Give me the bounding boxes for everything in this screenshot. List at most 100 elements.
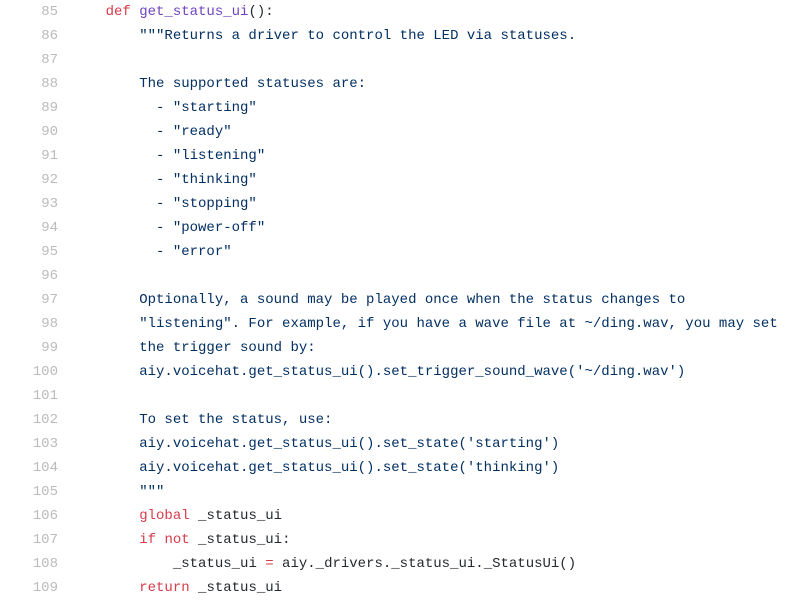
code-line[interactable]: - "error" (72, 240, 800, 264)
token-str: aiy.voicehat.get_status_ui().set_trigger… (139, 364, 685, 380)
code-viewer: 8586878889909192939495969798991001011021… (0, 0, 800, 600)
code-line[interactable] (72, 48, 800, 72)
token-txt: _status_ui: (190, 532, 291, 548)
code-line[interactable] (72, 264, 800, 288)
token-str: - "ready" (139, 124, 231, 140)
line-number: 104 (0, 456, 58, 480)
token-str: - "power-off" (139, 220, 265, 236)
line-number: 102 (0, 408, 58, 432)
code-line[interactable]: To set the status, use: (72, 408, 800, 432)
token-str: """Returns a driver to control the LED v… (139, 28, 576, 44)
code-line[interactable]: - "starting" (72, 96, 800, 120)
code-line[interactable]: - "power-off" (72, 216, 800, 240)
line-number: 96 (0, 264, 58, 288)
indent (72, 364, 139, 380)
line-number: 97 (0, 288, 58, 312)
indent (72, 100, 139, 116)
token-txt: _status_ui (173, 556, 265, 572)
indent (72, 340, 139, 356)
code-line[interactable]: return _status_ui (72, 576, 800, 600)
token-str: aiy.voicehat.get_status_ui().set_state('… (139, 436, 559, 452)
token-str: """ (139, 484, 164, 500)
line-number: 87 (0, 48, 58, 72)
line-number: 86 (0, 24, 58, 48)
token-str: - "error" (139, 244, 231, 260)
code-line[interactable] (72, 384, 800, 408)
token-str: Optionally, a sound may be played once w… (139, 292, 685, 308)
indent (72, 28, 139, 44)
token-txt: aiy._drivers._status_ui._StatusUi() (274, 556, 576, 572)
code-line[interactable]: The supported statuses are: (72, 72, 800, 96)
indent (72, 556, 173, 572)
line-number: 108 (0, 552, 58, 576)
token-kw: = (265, 556, 273, 572)
line-number: 89 (0, 96, 58, 120)
line-number: 91 (0, 144, 58, 168)
indent (72, 460, 139, 476)
indent (72, 484, 139, 500)
line-number: 92 (0, 168, 58, 192)
indent (72, 580, 139, 596)
token-str: The supported statuses are: (139, 76, 366, 92)
code-line[interactable]: """ (72, 480, 800, 504)
code-line[interactable]: "listening". For example, if you have a … (72, 312, 800, 336)
code-content[interactable]: def get_status_ui(): """Returns a driver… (72, 0, 800, 600)
token-str: - "thinking" (139, 172, 257, 188)
token-str: To set the status, use: (139, 412, 332, 428)
code-line[interactable]: if not _status_ui: (72, 528, 800, 552)
indent (72, 436, 139, 452)
indent (72, 508, 139, 524)
line-number: 109 (0, 576, 58, 600)
line-number: 106 (0, 504, 58, 528)
code-line[interactable]: global _status_ui (72, 504, 800, 528)
line-number: 98 (0, 312, 58, 336)
code-line[interactable]: the trigger sound by: (72, 336, 800, 360)
line-number: 85 (0, 0, 58, 24)
code-line[interactable]: aiy.voicehat.get_status_ui().set_state('… (72, 456, 800, 480)
line-number: 93 (0, 192, 58, 216)
token-str: - "listening" (139, 148, 265, 164)
line-number: 95 (0, 240, 58, 264)
code-line[interactable]: def get_status_ui(): (72, 0, 800, 24)
code-line[interactable]: Optionally, a sound may be played once w… (72, 288, 800, 312)
token-kw: if (139, 532, 156, 548)
indent (72, 316, 139, 332)
indent (72, 4, 106, 20)
indent (72, 532, 139, 548)
token-txt: _status_ui (190, 508, 282, 524)
indent (72, 412, 139, 428)
line-number: 105 (0, 480, 58, 504)
line-number-gutter: 8586878889909192939495969798991001011021… (0, 0, 72, 600)
code-line[interactable]: aiy.voicehat.get_status_ui().set_state('… (72, 432, 800, 456)
code-line[interactable]: - "stopping" (72, 192, 800, 216)
code-line[interactable]: - "thinking" (72, 168, 800, 192)
token-kw: return (139, 580, 189, 596)
line-number: 94 (0, 216, 58, 240)
line-number: 90 (0, 120, 58, 144)
code-line[interactable]: _status_ui = aiy._drivers._status_ui._St… (72, 552, 800, 576)
token-str: - "starting" (139, 100, 257, 116)
token-str: - "stopping" (139, 196, 257, 212)
code-line[interactable]: aiy.voicehat.get_status_ui().set_trigger… (72, 360, 800, 384)
token-str: the trigger sound by: (139, 340, 315, 356)
indent (72, 292, 139, 308)
line-number: 99 (0, 336, 58, 360)
indent (72, 172, 139, 188)
token-kw: def (106, 4, 140, 20)
line-number: 101 (0, 384, 58, 408)
indent (72, 76, 139, 92)
token-txt: _status_ui (190, 580, 282, 596)
token-str: "listening". For example, if you have a … (139, 316, 778, 332)
indent (72, 196, 139, 212)
indent (72, 244, 139, 260)
line-number: 107 (0, 528, 58, 552)
token-kw: global (139, 508, 189, 524)
token-kw: not (164, 532, 189, 548)
code-line[interactable]: """Returns a driver to control the LED v… (72, 24, 800, 48)
code-line[interactable]: - "listening" (72, 144, 800, 168)
token-txt: (): (248, 4, 273, 20)
code-line[interactable]: - "ready" (72, 120, 800, 144)
indent (72, 148, 139, 164)
line-number: 88 (0, 72, 58, 96)
indent (72, 124, 139, 140)
